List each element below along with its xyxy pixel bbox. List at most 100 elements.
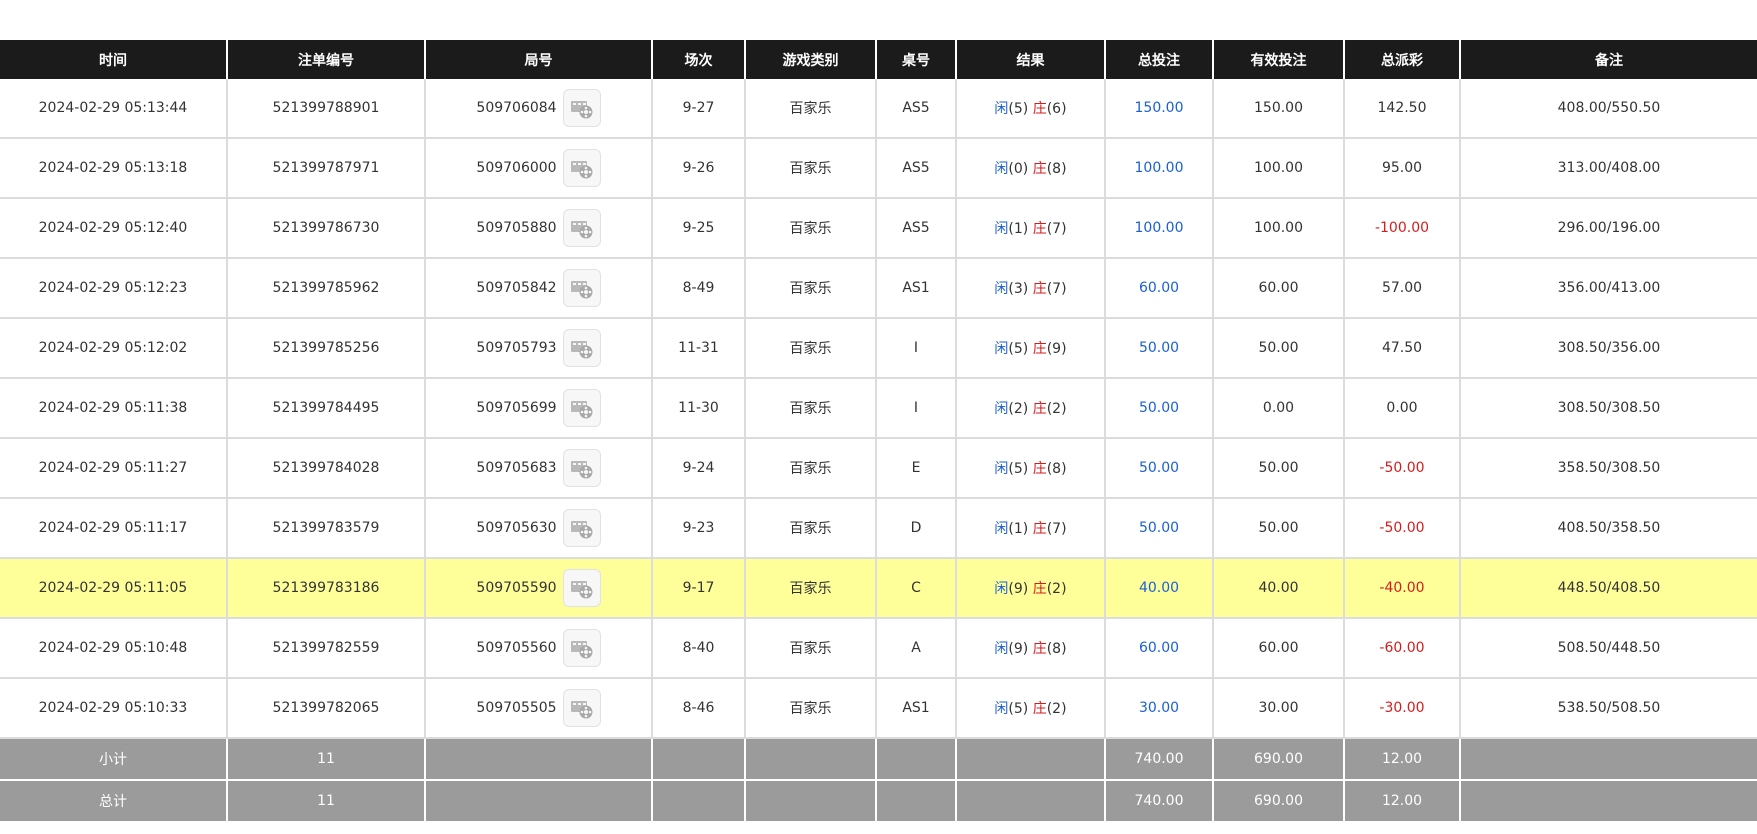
cell-payout: -100.00	[1344, 198, 1461, 259]
cell-valid-bet: 50.00	[1213, 438, 1345, 499]
cell-note: 308.50/308.50	[1460, 378, 1757, 439]
cell-table-no: AS5	[876, 198, 957, 259]
header-table-no: 桌号	[876, 40, 957, 79]
cell-valid-bet: 40.00	[1213, 558, 1345, 619]
player-label: 闲	[994, 521, 1009, 537]
header-round: 局号	[425, 40, 653, 79]
player-score: (9)	[1008, 641, 1029, 657]
cell-note: 538.50/508.50	[1460, 678, 1757, 739]
film-reel-icon[interactable]	[562, 149, 601, 187]
banker-score: (8)	[1046, 641, 1067, 657]
cell-session: 9-25	[652, 198, 746, 259]
cell-note: 508.50/448.50	[1460, 618, 1757, 679]
cell-time: 2024-02-29 05:13:44	[0, 79, 228, 139]
cell-round: 509705880	[425, 198, 653, 259]
film-reel-icon[interactable]	[562, 269, 601, 307]
cell-game-type: 百家乐	[745, 558, 877, 619]
banker-label: 庄	[1032, 161, 1047, 177]
total-count: 11	[227, 779, 426, 821]
cell-time: 2024-02-29 05:11:05	[0, 558, 228, 619]
player-label: 闲	[994, 221, 1009, 237]
cell-note: 408.00/550.50	[1460, 79, 1757, 139]
cell-game-type: 百家乐	[745, 79, 877, 139]
table-row: 2024-02-29 05:12:23 521399785962 509705842…	[0, 258, 1757, 319]
player-label: 闲	[994, 401, 1009, 417]
total-payout: 12.00	[1344, 779, 1461, 821]
cell-valid-bet: 50.00	[1213, 318, 1345, 379]
total-row: 总计 11 740.00 690.00 12.00	[0, 779, 1757, 821]
table-row: 2024-02-29 05:12:02 521399785256 509705793…	[0, 318, 1757, 379]
cell-table-no: D	[876, 498, 957, 559]
cell-payout: -40.00	[1344, 558, 1461, 619]
table-row: 2024-02-29 05:11:05 521399783186 509705590…	[0, 558, 1757, 619]
cell-note: 408.50/358.50	[1460, 498, 1757, 559]
cell-bet-no: 521399783186	[227, 558, 426, 619]
banker-score: (6)	[1046, 101, 1067, 117]
banker-score: (7)	[1046, 221, 1067, 237]
cell-result: 闲(0) 庄(8)	[956, 138, 1106, 199]
round-number: 509705842	[476, 280, 557, 296]
header-total-bet: 总投注	[1105, 40, 1214, 79]
film-reel-icon[interactable]	[562, 209, 601, 247]
subtotal-payout: 12.00	[1344, 737, 1461, 780]
cell-bet-no: 521399782065	[227, 678, 426, 739]
cell-time: 2024-02-29 05:11:38	[0, 378, 228, 439]
cell-bet-no: 521399787971	[227, 138, 426, 199]
film-reel-icon[interactable]	[562, 629, 601, 667]
cell-table-no: E	[876, 438, 957, 499]
film-reel-icon[interactable]	[562, 689, 601, 727]
player-score: (2)	[1008, 401, 1029, 417]
cell-result: 闲(3) 庄(7)	[956, 258, 1106, 319]
player-label: 闲	[994, 461, 1009, 477]
cell-bet-no: 521399784028	[227, 438, 426, 499]
cell-valid-bet: 60.00	[1213, 258, 1345, 319]
cell-session: 9-23	[652, 498, 746, 559]
round-number: 509705880	[476, 220, 557, 236]
player-label: 闲	[994, 641, 1009, 657]
film-reel-icon[interactable]	[562, 329, 601, 367]
cell-note: 356.00/413.00	[1460, 258, 1757, 319]
cell-result: 闲(5) 庄(6)	[956, 79, 1106, 139]
cell-table-no: AS1	[876, 678, 957, 739]
cell-round: 509705590	[425, 558, 653, 619]
cell-payout: 95.00	[1344, 138, 1461, 199]
cell-valid-bet: 100.00	[1213, 138, 1345, 199]
film-reel-icon[interactable]	[562, 509, 601, 547]
player-score: (5)	[1008, 701, 1029, 717]
cell-time: 2024-02-29 05:12:23	[0, 258, 228, 319]
subtotal-label: 小计	[0, 737, 228, 780]
film-reel-icon[interactable]	[562, 449, 601, 487]
cell-round: 509705560	[425, 618, 653, 679]
film-reel-icon[interactable]	[562, 89, 601, 127]
cell-session: 11-31	[652, 318, 746, 379]
cell-total-bet: 60.00	[1105, 258, 1214, 319]
cell-game-type: 百家乐	[745, 438, 877, 499]
cell-time: 2024-02-29 05:10:48	[0, 618, 228, 679]
cell-table-no: C	[876, 558, 957, 619]
cell-valid-bet: 100.00	[1213, 198, 1345, 259]
film-reel-icon[interactable]	[562, 569, 601, 607]
cell-round: 509705699	[425, 378, 653, 439]
cell-payout: -60.00	[1344, 618, 1461, 679]
cell-note: 358.50/308.50	[1460, 438, 1757, 499]
round-number: 509706000	[476, 160, 557, 176]
cell-result: 闲(5) 庄(2)	[956, 678, 1106, 739]
cell-session: 9-26	[652, 138, 746, 199]
cell-round: 509705630	[425, 498, 653, 559]
cell-note: 296.00/196.00	[1460, 198, 1757, 259]
round-number: 509705590	[476, 580, 557, 596]
player-label: 闲	[994, 701, 1009, 717]
player-score: (1)	[1008, 221, 1029, 237]
table-row: 2024-02-29 05:13:18 521399787971 509706000…	[0, 138, 1757, 199]
header-game-type: 游戏类别	[745, 40, 877, 79]
header-valid-bet: 有效投注	[1213, 40, 1345, 79]
player-label: 闲	[994, 281, 1009, 297]
banker-score: (9)	[1046, 341, 1067, 357]
cell-total-bet: 50.00	[1105, 438, 1214, 499]
cell-payout: 142.50	[1344, 79, 1461, 139]
film-reel-icon[interactable]	[562, 389, 601, 427]
banker-label: 庄	[1032, 701, 1047, 717]
player-score: (1)	[1008, 521, 1029, 537]
round-number: 509705560	[476, 640, 557, 656]
cell-valid-bet: 30.00	[1213, 678, 1345, 739]
